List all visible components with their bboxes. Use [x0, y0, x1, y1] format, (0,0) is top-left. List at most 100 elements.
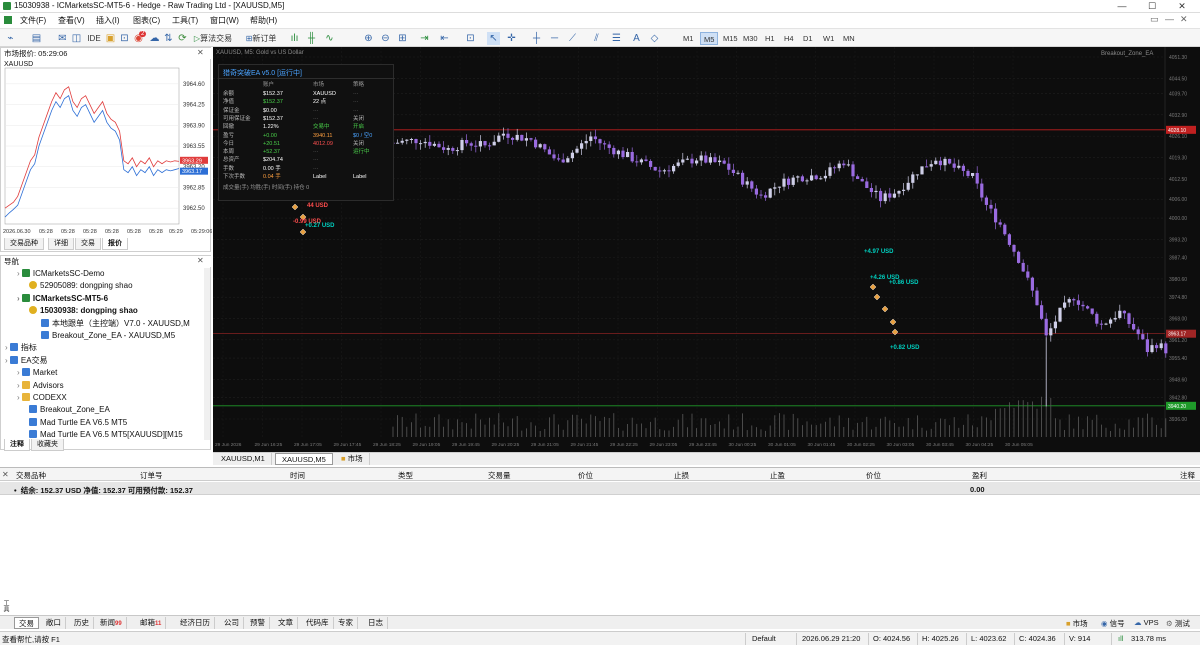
menu-window[interactable]: 窗口(W): [210, 15, 239, 26]
timeframe-m30[interactable]: M30: [740, 32, 761, 45]
terminal-tab[interactable]: 新闻99: [96, 617, 127, 629]
navigator-close-icon[interactable]: ✕: [197, 256, 204, 265]
navigator-item[interactable]: 本地跟单（主控端）V7.0 - XAUUSD,M: [41, 318, 190, 330]
refresh-icon[interactable]: ⟳: [176, 32, 189, 45]
timeframe-m5[interactable]: M5: [700, 32, 719, 45]
navigator-item[interactable]: › EA交易: [5, 355, 48, 367]
text-tool-icon[interactable]: A: [630, 32, 643, 45]
menu-help[interactable]: 帮助(H): [250, 15, 277, 26]
autoscroll-icon[interactable]: ⇥: [418, 32, 431, 45]
column-header-volume[interactable]: 交易量: [488, 470, 511, 481]
timeframe-m1[interactable]: M1: [680, 32, 696, 45]
market-link[interactable]: ■ 市场: [1066, 618, 1088, 629]
tab-symbols[interactable]: 交易品种: [4, 238, 44, 250]
navigator-item[interactable]: Mad Turtle EA V6.5 MT5: [29, 417, 127, 429]
tab-details[interactable]: 详细: [48, 238, 74, 250]
navigator-item[interactable]: › Advisors: [17, 380, 64, 392]
line-chart-icon[interactable]: ∿: [323, 32, 336, 45]
vps-icon[interactable]: ⇅: [162, 32, 175, 45]
lock-icon[interactable]: ▣: [104, 32, 117, 45]
timeframe-h4[interactable]: H4: [781, 32, 797, 45]
navigator-item[interactable]: › Market: [17, 367, 57, 379]
close-button[interactable]: ✕: [1167, 0, 1197, 13]
navigator-item[interactable]: › ICMarketsSC-MT5-6: [17, 293, 108, 305]
navigator-item[interactable]: 52905089: dongping shao: [29, 280, 133, 292]
cursor-icon[interactable]: ↖: [487, 32, 500, 45]
menu-file[interactable]: 文件(F): [20, 15, 46, 26]
terminal-close-icon[interactable]: ✕: [2, 470, 9, 479]
child-close-icon[interactable]: ✕: [1180, 14, 1188, 25]
terminal-tab[interactable]: 经济日历: [176, 617, 215, 629]
menu-tools[interactable]: 工具(T): [172, 15, 198, 26]
navigator-item[interactable]: › CODEXX: [17, 392, 67, 404]
horizontal-line-icon[interactable]: ─: [548, 32, 561, 45]
cloud-icon[interactable]: ☁: [148, 32, 161, 45]
tester-link[interactable]: ⚙ 测试: [1166, 618, 1190, 629]
column-header-profit[interactable]: 盈利: [972, 470, 987, 481]
timeframe-h1[interactable]: H1: [762, 32, 778, 45]
maximize-button[interactable]: ☐: [1137, 0, 1167, 13]
tab-ticks[interactable]: 报价: [102, 238, 128, 250]
chart-shift-icon[interactable]: ⇤: [438, 32, 451, 45]
timeframe-mn[interactable]: MN: [840, 32, 858, 45]
tab-favorites[interactable]: 收藏夹: [31, 439, 64, 451]
terminal-tab[interactable]: 历史: [70, 617, 94, 629]
zoom-out-icon[interactable]: ⊖: [379, 32, 392, 45]
fibo-icon[interactable]: ☰: [610, 32, 623, 45]
menu-view[interactable]: 查看(V): [58, 15, 85, 26]
terminal-tab[interactable]: 预警: [246, 617, 270, 629]
terminal-tab[interactable]: 专家: [334, 617, 358, 629]
column-header-time[interactable]: 时间: [290, 470, 305, 481]
bar-chart-icon[interactable]: ılı: [288, 32, 301, 45]
trendline-icon[interactable]: ⟋: [566, 32, 579, 45]
grid-icon[interactable]: ⊞: [396, 32, 409, 45]
channel-icon[interactable]: ⫽: [590, 32, 603, 45]
tab-trading[interactable]: 交易: [75, 238, 101, 250]
terminal-tab[interactable]: 邮箱11: [136, 617, 167, 629]
terminal-tab[interactable]: 公司: [220, 617, 244, 629]
status-profile[interactable]: Default: [752, 634, 776, 643]
navigator-item[interactable]: Breakout_Zone_EA: [29, 404, 110, 416]
column-header-current-price[interactable]: 价位: [866, 470, 881, 481]
column-header-ticket[interactable]: 订单号: [140, 470, 163, 481]
navigator-item[interactable]: › ICMarketsSC-Demo: [17, 268, 104, 280]
zoom-in-icon[interactable]: ⊕: [362, 32, 375, 45]
child-minimize-icon[interactable]: —: [1165, 14, 1174, 24]
vertical-line-icon[interactable]: ┼: [530, 32, 543, 45]
terminal-tab[interactable]: 文章: [274, 617, 298, 629]
market-watch-icon[interactable]: ✉: [56, 32, 69, 45]
shapes-icon[interactable]: ◇: [648, 32, 661, 45]
menu-insert[interactable]: 插入(I): [96, 15, 120, 26]
timeframe-m15[interactable]: M15: [720, 32, 741, 45]
column-header-price[interactable]: 价位: [578, 470, 593, 481]
column-header-take-profit[interactable]: 止盈: [770, 470, 785, 481]
tab-xauusd-m5[interactable]: XAUUSD,M5: [275, 453, 333, 465]
signals-link[interactable]: ◉ 信号: [1101, 618, 1125, 629]
tab-common[interactable]: 注释: [4, 439, 30, 451]
terminal-tab[interactable]: 敞口: [42, 617, 66, 629]
minimize-button[interactable]: —: [1107, 0, 1137, 13]
terminal-tab[interactable]: 交易: [14, 617, 39, 629]
terminal-tab[interactable]: 日志: [364, 617, 388, 629]
screenshot-icon[interactable]: ⊡: [464, 32, 477, 45]
restore-child-icon[interactable]: ▭: [1150, 14, 1159, 25]
panel-close-icon[interactable]: ✕: [197, 48, 204, 57]
timeframe-d1[interactable]: D1: [800, 32, 816, 45]
app-menu-icon[interactable]: [4, 16, 12, 24]
navigator-item[interactable]: 15030938: dongping shao: [29, 305, 138, 317]
menu-chart[interactable]: 图表(C): [133, 15, 160, 26]
column-header-type[interactable]: 类型: [398, 470, 413, 481]
column-header-comment[interactable]: 注释: [1180, 470, 1195, 481]
data-window-icon[interactable]: ◫: [70, 32, 83, 45]
crosshair-icon[interactable]: ✛: [505, 32, 518, 45]
new-chart-icon[interactable]: ⌁: [4, 32, 17, 45]
terminal-tab[interactable]: 代码库: [302, 617, 334, 629]
timeframe-w1[interactable]: W1: [820, 32, 837, 45]
tab-xauusd-m1[interactable]: XAUUSD,M1: [215, 453, 272, 465]
store-icon[interactable]: ⊡: [118, 32, 131, 45]
column-header-symbol[interactable]: 交易品种: [16, 470, 46, 481]
navigator-item[interactable]: Breakout_Zone_EA - XAUUSD,M5: [41, 330, 175, 342]
navigator-item[interactable]: › 指标: [5, 342, 37, 354]
vps-link[interactable]: ☁ VPS: [1134, 618, 1159, 627]
column-header-stop-loss[interactable]: 止损: [674, 470, 689, 481]
